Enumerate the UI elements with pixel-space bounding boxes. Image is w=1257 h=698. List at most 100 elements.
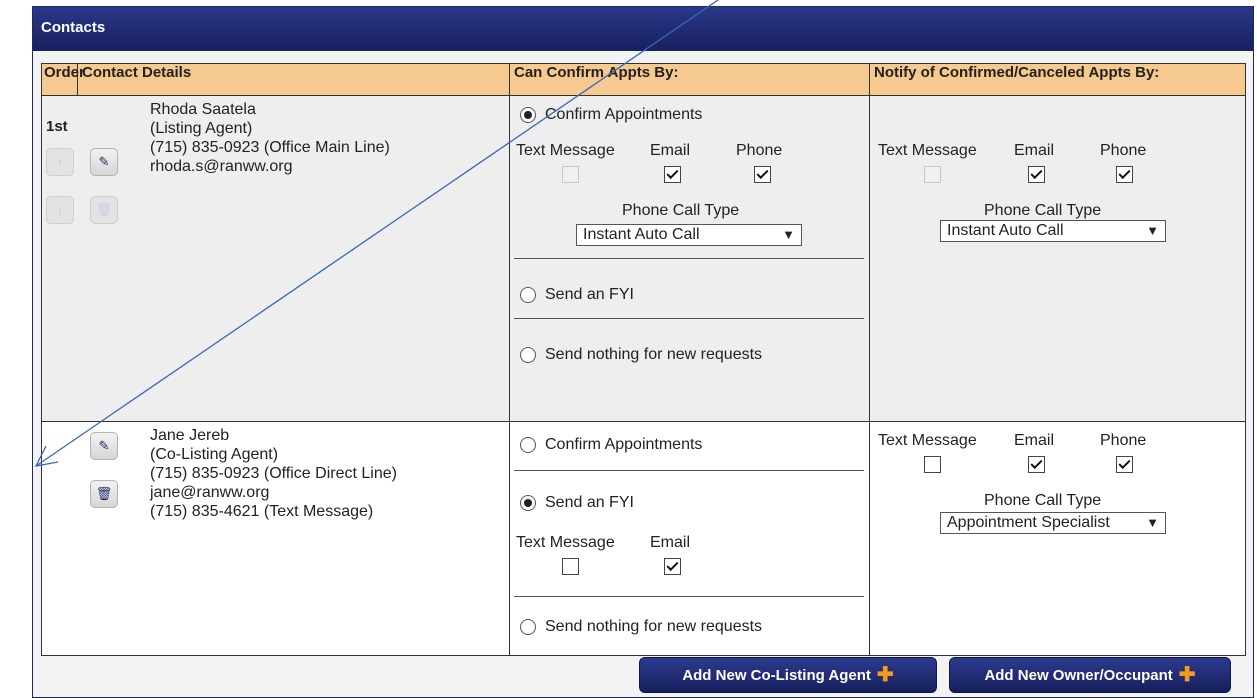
phone-checkbox[interactable] [754,166,771,183]
delete-contact-button[interactable]: 🗑 [90,196,118,224]
contact-email: rhoda.s@ranww.org [150,158,293,175]
column-header-contact-details: Contact Details [77,63,510,96]
notify-options-cell: Text Message Email Phone Phone Call Type… [869,95,1246,422]
contact-role: (Co-Listing Agent) [150,446,279,463]
email-label: Email [650,142,691,159]
radio-button[interactable] [520,619,536,635]
radio-label: Send nothing for new requests [545,618,763,635]
contact-name: Jane Jereb [150,427,230,444]
radio-confirm-appointments[interactable]: Confirm Appointments [520,106,702,124]
radio-label: Send an FYI [545,494,634,511]
button-label: Add New Co-Listing Agent [682,666,871,684]
contact-phone: (715) 835-0923 (Office Main Line) [150,139,390,156]
divider [514,258,864,259]
radio-send-fyi[interactable]: Send an FYI [520,494,634,512]
arrow-down-icon: ↓ [56,202,64,218]
phone-call-type-select[interactable]: Instant Auto Call ▼ [940,220,1166,242]
table-row: ✎ 🗑 Jane Jereb (Co-Listing Agent) (715) … [41,421,1246,656]
confirm-options-cell: Confirm Appointments Text Message Email … [509,95,870,422]
contacts-table: Order Contact Details Can Confirm Appts … [41,63,1246,656]
column-header-order: Order [41,63,85,96]
contact-details-cell: ✎ 🗑 Jane Jereb (Co-Listing Agent) (715) … [41,421,510,656]
radio-label: Confirm Appointments [545,106,703,123]
select-value: Appointment Specialist [947,514,1110,531]
contact-text-phone: (715) 835-4621 (Text Message) [150,503,374,520]
radio-label: Send an FYI [545,286,634,303]
text-message-label: Text Message [878,142,977,159]
plus-icon: ✚ [876,664,894,686]
contact-info: Rhoda Saatela (Listing Agent) (715) 835-… [150,100,390,176]
radio-button[interactable] [520,495,536,511]
plus-icon: ✚ [1178,664,1196,686]
text-message-checkbox[interactable] [924,456,941,473]
email-checkbox[interactable] [1028,166,1045,183]
email-label: Email [1014,142,1055,159]
phone-call-type-label: Phone Call Type [984,492,1102,509]
pencil-icon: ✎ [98,154,110,169]
move-up-button[interactable]: ↑ [46,148,74,176]
text-message-checkbox[interactable] [562,558,579,575]
phone-call-type-label: Phone Call Type [622,202,740,219]
radio-button[interactable] [520,287,536,303]
button-label: Add New Owner/Occupant [984,666,1173,684]
radio-send-nothing[interactable]: Send nothing for new requests [520,346,762,364]
contact-info: Jane Jereb (Co-Listing Agent) (715) 835-… [150,426,397,521]
pencil-icon: ✎ [98,438,110,453]
column-header-notify: Notify of Confirmed/Canceled Appts By: [869,63,1246,96]
contact-name: Rhoda Saatela [150,101,256,118]
phone-call-type-label: Phone Call Type [984,202,1102,219]
email-checkbox[interactable] [1028,456,1045,473]
email-checkbox[interactable] [664,166,681,183]
email-checkbox[interactable] [664,558,681,575]
radio-send-nothing[interactable]: Send nothing for new requests [520,618,762,636]
text-message-label: Text Message [516,142,615,159]
email-label: Email [650,534,691,551]
chevron-down-icon: ▼ [1146,515,1159,530]
radio-button[interactable] [520,107,536,123]
divider [514,470,864,471]
add-co-listing-agent-button[interactable]: Add New Co-Listing Agent ✚ [639,657,937,693]
text-message-label: Text Message [516,534,615,551]
radio-confirm-appointments[interactable]: Confirm Appointments [520,436,702,454]
phone-label: Phone [1100,432,1147,449]
trash-icon: 🗑 [95,202,113,217]
text-message-label: Text Message [878,432,977,449]
divider [514,318,864,319]
phone-label: Phone [1100,142,1147,159]
select-value: Instant Auto Call [583,226,700,243]
email-label: Email [1014,432,1055,449]
phone-call-type-select[interactable]: Appointment Specialist ▼ [940,512,1166,534]
panel-title: Contacts [33,7,1253,51]
column-header-can-confirm: Can Confirm Appts By: [509,63,870,96]
select-value: Instant Auto Call [947,222,1064,239]
notify-options-cell: Text Message Email Phone Phone Call Type… [869,421,1246,656]
contact-role: (Listing Agent) [150,120,253,137]
radio-label: Send nothing for new requests [545,346,763,363]
phone-call-type-select[interactable]: Instant Auto Call ▼ [576,224,802,246]
trash-icon: 🗑 [95,486,113,501]
radio-button[interactable] [520,347,536,363]
phone-checkbox[interactable] [1116,456,1133,473]
confirm-options-cell: Confirm Appointments Send an FYI Text Me… [509,421,870,656]
contact-details-cell: 1st ↑ ↓ ✎ 🗑 Rhoda Saatela (Listing Agent… [41,95,510,422]
text-message-checkbox[interactable] [562,166,579,183]
move-down-button[interactable]: ↓ [46,196,74,224]
radio-send-fyi[interactable]: Send an FYI [520,286,634,304]
chevron-down-icon: ▼ [782,227,795,242]
phone-checkbox[interactable] [1116,166,1133,183]
order-label: 1st [46,118,68,135]
contact-phone: (715) 835-0923 (Office Direct Line) [150,465,397,482]
text-message-checkbox[interactable] [924,166,941,183]
add-owner-occupant-button[interactable]: Add New Owner/Occupant ✚ [949,657,1231,693]
arrow-up-icon: ↑ [56,154,64,170]
edit-contact-button[interactable]: ✎ [90,148,118,176]
table-row: 1st ↑ ↓ ✎ 🗑 Rhoda Saatela (Listing Agent… [41,95,1246,422]
radio-label: Confirm Appointments [545,436,703,453]
chevron-down-icon: ▼ [1146,223,1159,238]
contact-email: jane@ranww.org [150,484,270,501]
radio-button[interactable] [520,437,536,453]
edit-contact-button[interactable]: ✎ [90,432,118,460]
divider [514,596,864,597]
contacts-panel: Contacts Order Contact Details Can Confi… [32,6,1254,698]
delete-contact-button[interactable]: 🗑 [90,480,118,508]
